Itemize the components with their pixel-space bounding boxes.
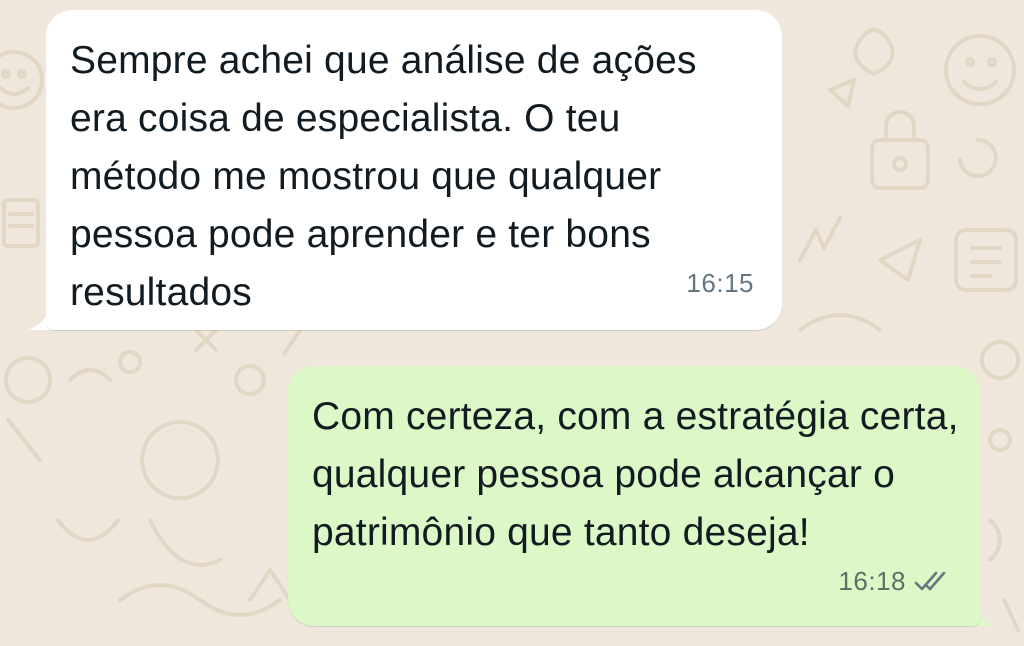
incoming-message-bubble[interactable]: Sempre achei que análise de ações era co… [46, 10, 782, 330]
outgoing-message-text: Com certeza, com a estratégia certa, qua… [312, 395, 959, 554]
incoming-message-text: Sempre achei que análise de ações era co… [70, 39, 697, 314]
outgoing-message-bubble[interactable]: Com certeza, com a estratégia certa, qua… [288, 366, 980, 626]
incoming-message-meta: 16:15 [686, 254, 754, 312]
incoming-message-time: 16:15 [686, 268, 754, 298]
double-check-icon [914, 571, 946, 591]
outgoing-message-time: 16:18 [838, 566, 906, 596]
outgoing-message-meta: 16:18 [838, 552, 954, 610]
